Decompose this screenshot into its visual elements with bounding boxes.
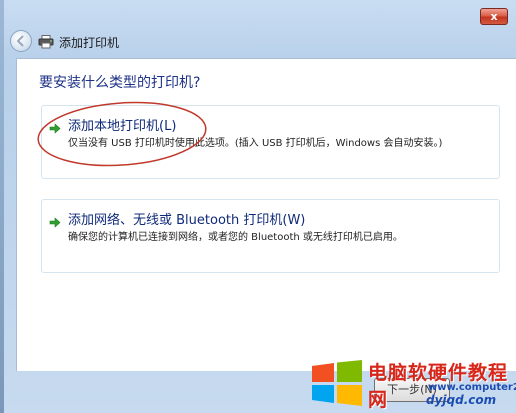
add-printer-window: x 添加打印机 要安装什么类型的打印机? 添加本地打印机(L) 仅当没有 USB… (0, 0, 516, 413)
watermark-url: www.computer26.com (428, 382, 516, 393)
back-arrow-icon (17, 35, 24, 47)
window-title: 添加打印机 (59, 36, 120, 50)
printer-icon (38, 34, 54, 53)
watermark-url-alt: dyjqd.com (426, 393, 497, 407)
add-network-printer-option[interactable]: 添加网络、无线或 Bluetooth 打印机(W) 确保您的计算机已连接到网络，… (41, 199, 500, 273)
back-button[interactable] (10, 30, 32, 52)
navigation-bar: 添加打印机 (8, 30, 508, 54)
page-question: 要安装什么类型的打印机? (39, 75, 201, 91)
option-description: 确保您的计算机已连接到网络，或者您的 Bluetooth 或无线打印机已启用。 (68, 232, 403, 243)
windows-logo-icon (312, 360, 362, 410)
close-button[interactable]: x (480, 8, 508, 25)
site-watermark: 电脑软硬件教程网 www.computer26.com dyjqd.com (308, 356, 516, 412)
window-border (0, 0, 4, 413)
annotation-circle (37, 101, 207, 167)
option-title: 添加网络、无线或 Bluetooth 打印机(W) (68, 213, 306, 228)
green-arrow-icon (49, 213, 61, 232)
